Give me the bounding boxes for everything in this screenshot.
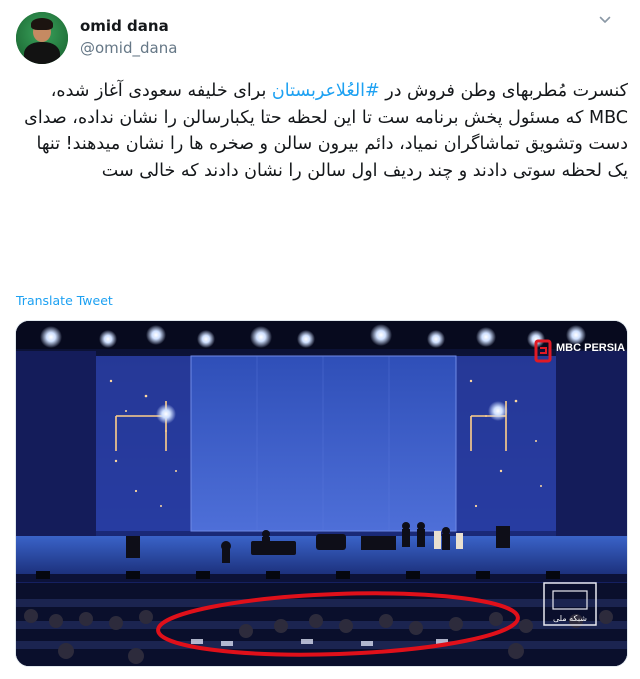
user-handle[interactable]: @omid_dana [80,39,177,57]
hashtag-link[interactable]: #العُلاعربستان [272,81,380,101]
display-name[interactable]: omid dana [80,17,169,35]
concert-stage-image: MBC PERSIA شبکه ملی [16,321,627,666]
tweet-text: کنسرت مُطربهای وطن فروش در #العُلاعربستا… [14,78,628,184]
translate-tweet-link[interactable]: Translate Tweet [16,293,113,308]
tweet-media-image[interactable]: MBC PERSIA شبکه ملی [15,320,628,667]
avatar[interactable] [16,12,68,64]
watermark-top: MBC PERSIA [556,342,625,354]
tweet-card: omid dana @omid_dana کنسرت مُطربهای وطن … [0,0,640,679]
tweet-text-before: کنسرت مُطربهای وطن فروش در [379,81,628,101]
watermark-bottom: شبکه ملی [553,614,587,623]
chevron-down-icon[interactable] [599,14,611,26]
